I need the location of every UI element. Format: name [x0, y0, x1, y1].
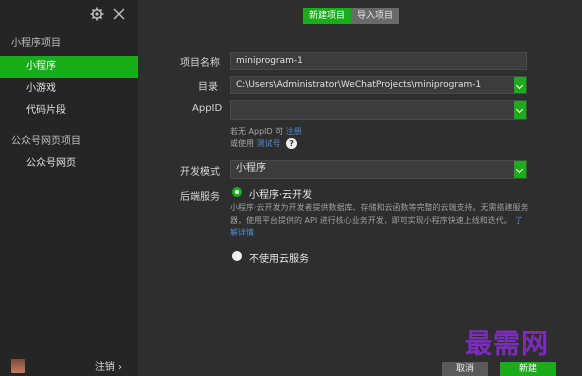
test-account-link[interactable]: 测试号 [257, 139, 281, 148]
cancel-button[interactable]: 取消 [442, 362, 488, 376]
directory-label: 目录 [198, 82, 218, 93]
tab-import-project[interactable]: 导入项目 [351, 8, 400, 24]
create-button[interactable]: 新建 [500, 362, 556, 376]
test-account-hint-text: 或使用 [230, 139, 254, 148]
chevron-down-icon[interactable] [514, 77, 526, 93]
backend-service-label: 后端服务 [180, 192, 220, 203]
no-cloud-radio[interactable] [232, 251, 242, 261]
dev-mode-value: 小程序 [236, 163, 266, 174]
test-account-hint: 或使用 测试号 ? [230, 138, 298, 149]
project-name-input[interactable]: miniprogram-1 [230, 52, 527, 70]
chevron-down-icon[interactable] [514, 101, 526, 119]
help-icon[interactable]: ? [286, 138, 298, 149]
project-name-label: 项目名称 [180, 58, 220, 69]
avatar[interactable] [11, 359, 25, 373]
appid-input[interactable] [230, 100, 527, 120]
sidebar-item-code-snippet[interactable]: 代码片段 [0, 100, 138, 122]
gear-icon[interactable] [89, 6, 105, 22]
register-link[interactable]: 注册 [286, 127, 302, 136]
no-cloud-option-label[interactable]: 不使用云服务 [249, 250, 309, 265]
register-hint: 若无 AppID 可 注册 [230, 126, 302, 137]
directory-input[interactable]: C:\Users\Administrator\WeChatProjects\mi… [230, 76, 527, 94]
cloud-description-text: 小程序·云开发为开发者提供数据库、存储和云函数等完整的云端支持。无需搭建服务器，… [230, 203, 529, 225]
chevron-down-icon[interactable] [514, 161, 526, 178]
cloud-radio[interactable] [232, 187, 242, 197]
sidebar-item-minigame[interactable]: 小游戏 [0, 78, 138, 100]
sidebar: 小程序项目 小程序 小游戏 代码片段 公众号网页项目 公众号网页 注销 › [0, 0, 138, 376]
project-tabs: 新建项目 导入项目 [303, 8, 400, 24]
dev-mode-select[interactable]: 小程序 [230, 160, 527, 179]
register-hint-text: 若无 AppID 可 [230, 127, 284, 136]
tab-new-project[interactable]: 新建项目 [303, 8, 352, 24]
sidebar-toolbar [0, 0, 138, 28]
sidebar-item-miniprogram[interactable]: 小程序 [0, 56, 138, 78]
logout-link[interactable]: 注销 › [95, 358, 122, 373]
cloud-description: 小程序·云开发为开发者提供数据库、存储和云函数等完整的云端支持。无需搭建服务器，… [230, 202, 530, 240]
sidebar-group-webpage: 公众号网页项目 [11, 136, 81, 147]
dev-mode-label: 开发模式 [180, 167, 220, 178]
watermark: 最需网 [465, 329, 549, 360]
cloud-option-label[interactable]: 小程序·云开发 [249, 186, 312, 201]
directory-value: C:\Users\Administrator\WeChatProjects\mi… [236, 80, 482, 90]
sidebar-footer: 注销 › [0, 354, 138, 376]
sidebar-group-miniprogram: 小程序项目 [11, 38, 61, 49]
sidebar-item-official-webpage[interactable]: 公众号网页 [0, 153, 138, 175]
appid-label: AppID [192, 103, 223, 114]
close-icon[interactable] [111, 6, 127, 22]
